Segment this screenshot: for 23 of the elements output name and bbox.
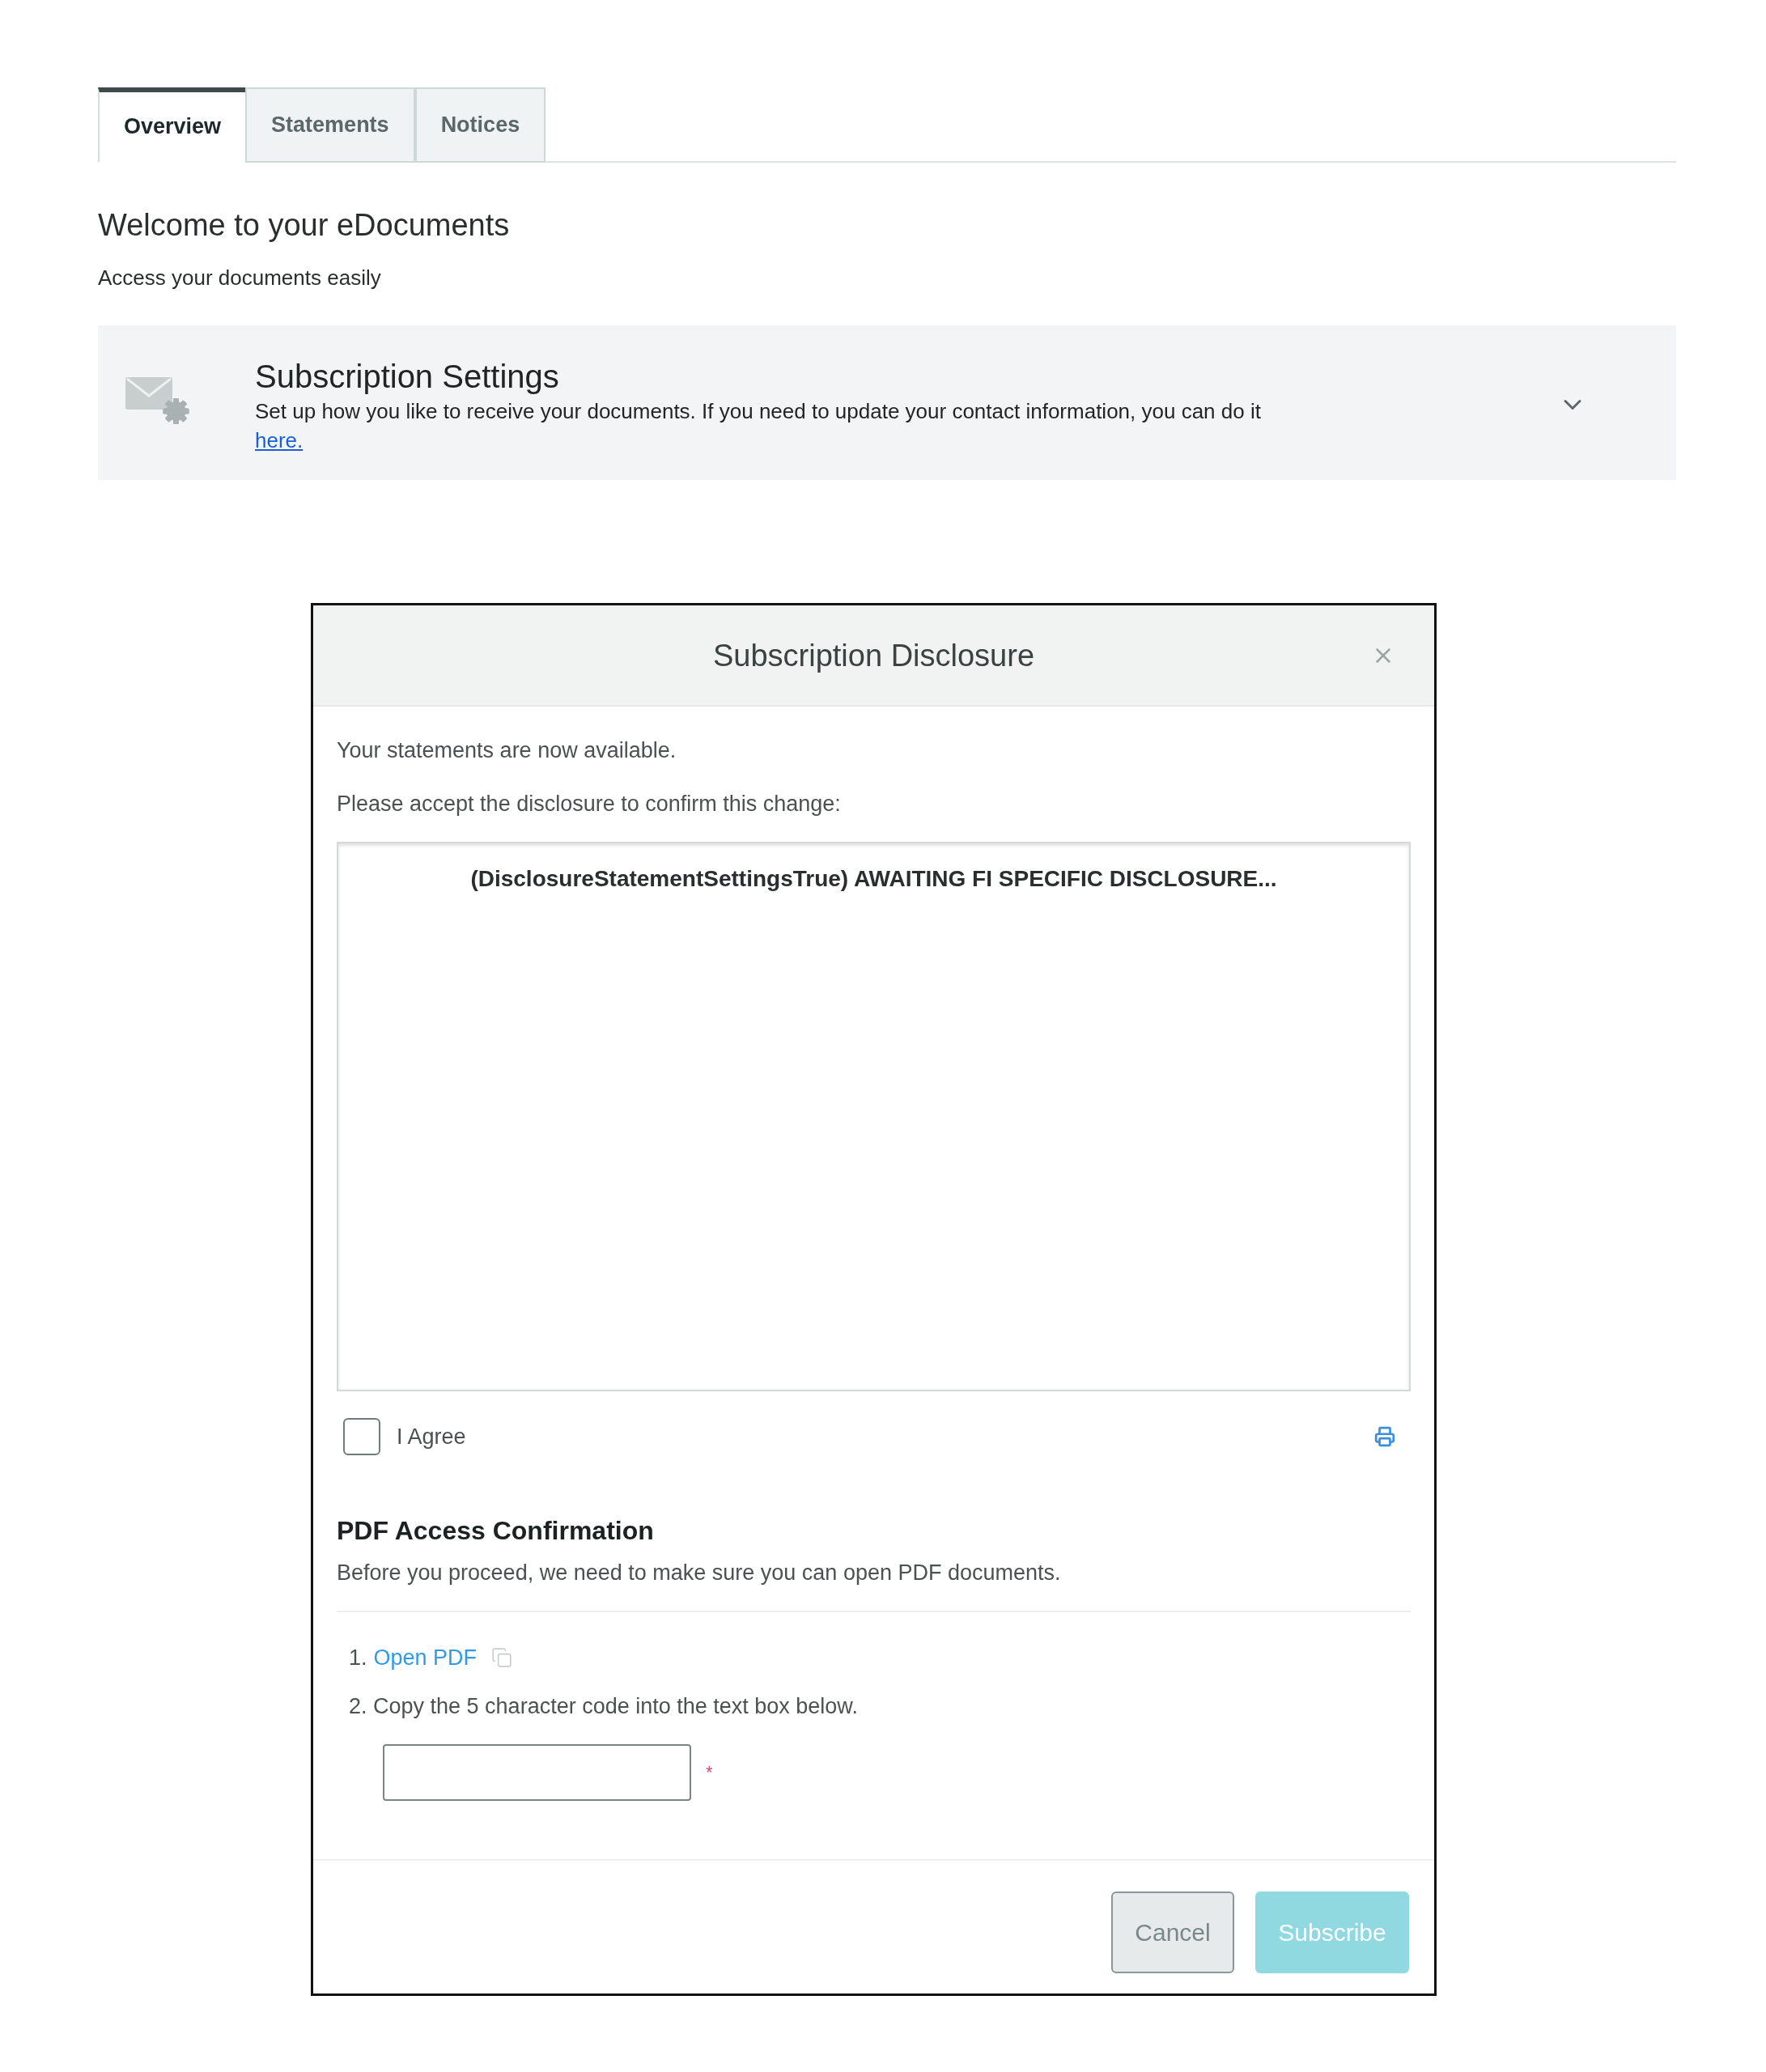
dialog-title: Subscription Disclosure	[712, 637, 1035, 674]
agree-checkbox[interactable]	[343, 1418, 380, 1455]
pdf-section-description: Before you proceed, we need to make sure you can open PDF documents.	[337, 1560, 1062, 1586]
code-input-field[interactable]	[383, 1744, 691, 1801]
tab[interactable]: Notices	[414, 87, 546, 163]
page-subtitle: Access your documents easily	[98, 265, 382, 291]
page-title: Welcome to your eDocuments	[98, 207, 511, 244]
subscription-settings-description: Set up how you like to receive your documents. If you need to update your contact information, you can do it here.	[255, 397, 1388, 455]
dialog-message: Please accept the disclosure to confirm this change:	[337, 791, 842, 817]
dialog-message: Your statements are now available.	[337, 737, 677, 764]
subscription-settings-title: Subscription Settings	[255, 358, 560, 396]
cancel-button[interactable]: Cancel	[1111, 1892, 1234, 1973]
here-link[interactable]: here.	[255, 426, 304, 455]
print-icon[interactable]	[1374, 1426, 1395, 1447]
pdf-section-title: PDF Access Confirmation	[337, 1515, 655, 1547]
open-pdf-link[interactable]: Open PDF	[373, 1643, 478, 1672]
tab[interactable]: Overview	[98, 87, 246, 163]
tab[interactable]: Statements	[245, 87, 415, 163]
step-text: 2. Copy the 5 character code into the text box below.	[349, 1694, 858, 1718]
required-mark: *	[706, 1761, 713, 1784]
agree-label: I Agree	[397, 1424, 466, 1450]
step-number: 1.	[349, 1645, 367, 1671]
disclosure-text: (DisclosureStatementSettingsTrue) AWAITING FI SPECIFIC DISCLOSURE...	[470, 865, 1277, 893]
